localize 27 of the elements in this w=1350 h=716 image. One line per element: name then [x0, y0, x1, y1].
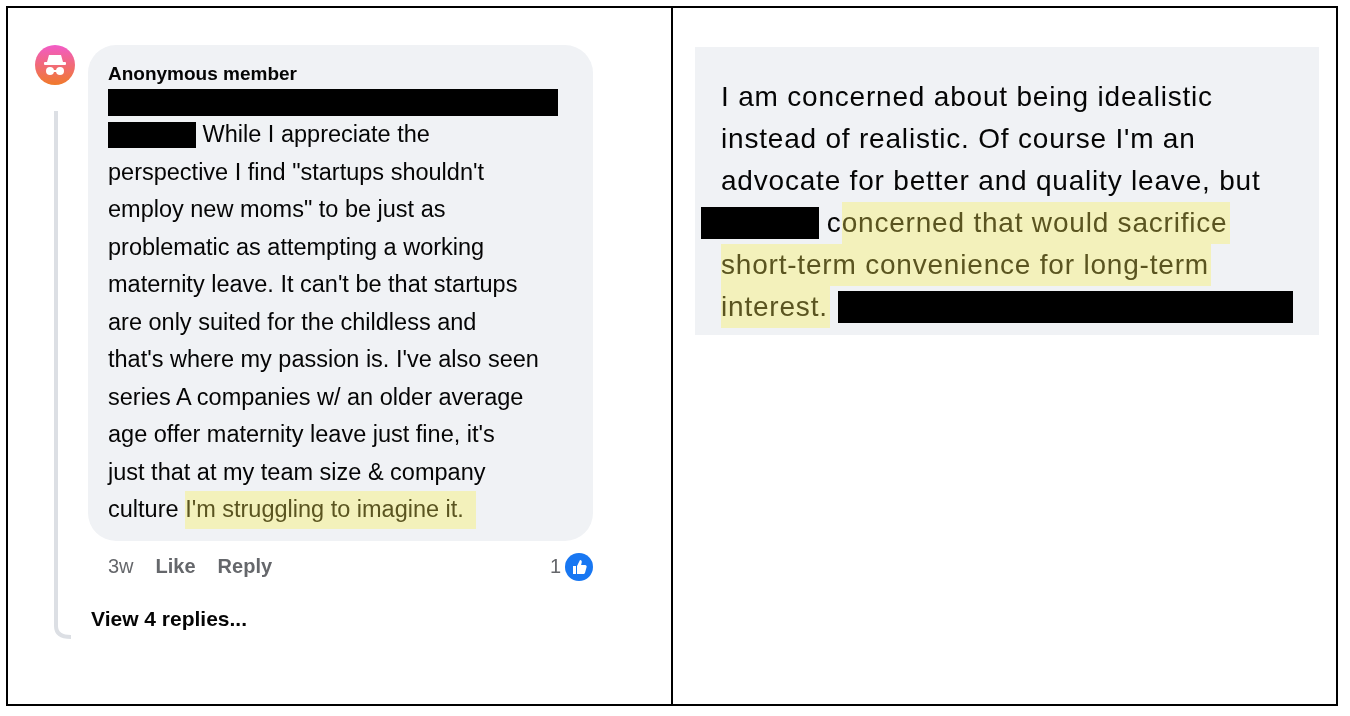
comment-text: series A companies w/ an older average [108, 382, 524, 412]
comment-text: that's where my passion is. I've also seen [108, 345, 539, 374]
comment-text: maternity leave. It can't be that startups [108, 270, 518, 299]
view-replies-link[interactable]: View 4 replies... [88, 580, 593, 631]
comment-text: just that at my team size & company [108, 457, 486, 487]
comment-age: 3w [108, 555, 134, 578]
comment-text: advocate for better and quality leave, but [721, 164, 1261, 198]
comment-text: perspective I find "startups shouldn't [108, 157, 484, 187]
reply-link[interactable]: Reply [217, 555, 273, 578]
comment-text: c [826, 206, 842, 240]
thumbs-up-icon [565, 552, 593, 581]
comment-text: culture [108, 495, 179, 524]
like-link[interactable]: Like [155, 555, 196, 578]
comment-text: age offer maternity leave just fine, it's [108, 420, 495, 449]
author-name[interactable]: Anonymous member [108, 63, 577, 85]
highlighted-text: short-term convenience for long-term [721, 244, 1211, 286]
comment-text: I am concerned about being idealistic [721, 80, 1213, 114]
highlighted-text: oncerned that would sacrifice [841, 202, 1230, 244]
comment-text: problematic as attempting a working [108, 232, 485, 262]
anonymous-avatar-icon [35, 45, 75, 85]
reaction-count: 1 [549, 555, 561, 578]
comment-text: employ new moms" to be just as [108, 195, 446, 224]
comment-text: are only suited for the childless and [108, 307, 477, 337]
highlighted-text: I'm struggling to imagine it. [185, 491, 476, 529]
comment-text: instead of realistic. Of course I'm an [721, 122, 1196, 156]
comment-text: While I appreciate the [202, 120, 430, 149]
highlighted-text: interest. [721, 286, 830, 328]
